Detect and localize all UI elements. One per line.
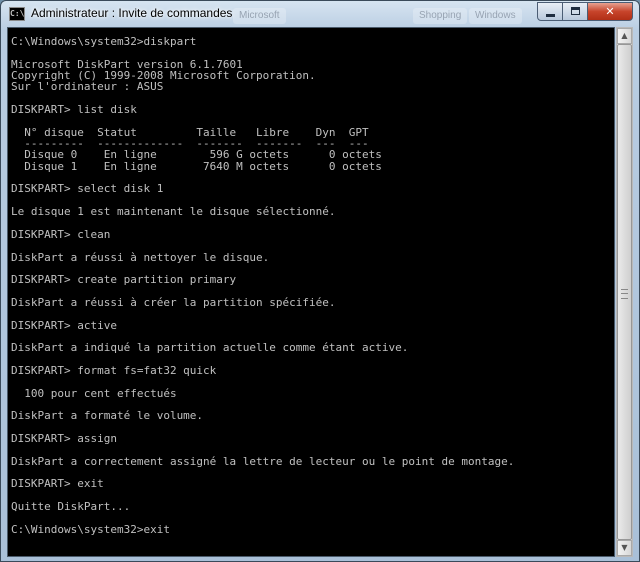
scroll-up-button[interactable]: ▲ [617, 28, 632, 44]
command-prompt-window: C:\ Administrateur : Invite de commandes… [0, 0, 640, 562]
background-tab: Shopping [413, 8, 468, 24]
console-line: DISKPART> create partition primary [11, 273, 237, 287]
console-output[interactable]: C:\Windows\system32>diskpart Microsoft Di… [7, 27, 615, 557]
console-line: DISKPART> list disk [11, 103, 137, 117]
background-tab: Windows [469, 8, 522, 24]
console-line: DISKPART> active [11, 318, 117, 332]
console-line: DISKPART> clean [11, 227, 111, 241]
console-line: Quitte DiskPart... [11, 500, 131, 514]
console-line: DiskPart a réussi à nettoyer le disque. [11, 250, 270, 264]
maximize-button[interactable] [562, 2, 588, 21]
console-line: DiskPart a formaté le volume. [11, 409, 204, 423]
cmd-app-icon[interactable]: C:\ [9, 7, 25, 21]
console-line: DiskPart a réussi à créer la partition s… [11, 295, 336, 309]
vertical-scrollbar[interactable]: ▲ ▼ [616, 27, 633, 557]
maximize-icon [571, 7, 580, 15]
grip-icon [621, 289, 628, 299]
window-title: Administrateur : Invite de commandes [31, 6, 233, 20]
minimize-button[interactable] [537, 2, 563, 21]
console-line: DiskPart a correctement assigné la lettr… [11, 454, 515, 468]
console-line: DiskPart a indiqué la partition actuelle… [11, 341, 409, 355]
console-line: C:\Windows\system32>exit [11, 522, 170, 536]
console-line: Disque 1 En ligne 7640 M octets 0 octets [11, 159, 382, 173]
console-line: DISKPART> select disk 1 [11, 182, 164, 196]
minimize-icon [546, 14, 555, 17]
close-button[interactable]: ✕ [587, 2, 633, 21]
console-line: DISKPART> exit [11, 477, 104, 491]
console-line: DISKPART> format fs=fat32 quick [11, 363, 217, 377]
background-tab: Microsoft [233, 8, 286, 24]
console-text: C:\Windows\system32>diskpart Microsoft Di… [11, 36, 611, 535]
scroll-down-button[interactable]: ▼ [617, 540, 632, 556]
close-icon: ✕ [605, 5, 615, 18]
console-line: C:\Windows\system32>diskpart [11, 35, 197, 48]
console-line: DISKPART> assign [11, 432, 117, 446]
console-line: Le disque 1 est maintenant le disque sél… [11, 205, 336, 219]
console-line: 100 pour cent effectués [11, 386, 177, 400]
title-bar[interactable]: C:\ Administrateur : Invite de commandes… [1, 1, 639, 27]
console-line: Sur l'ordinateur : ASUS [11, 80, 164, 94]
scroll-thumb[interactable] [617, 44, 632, 540]
